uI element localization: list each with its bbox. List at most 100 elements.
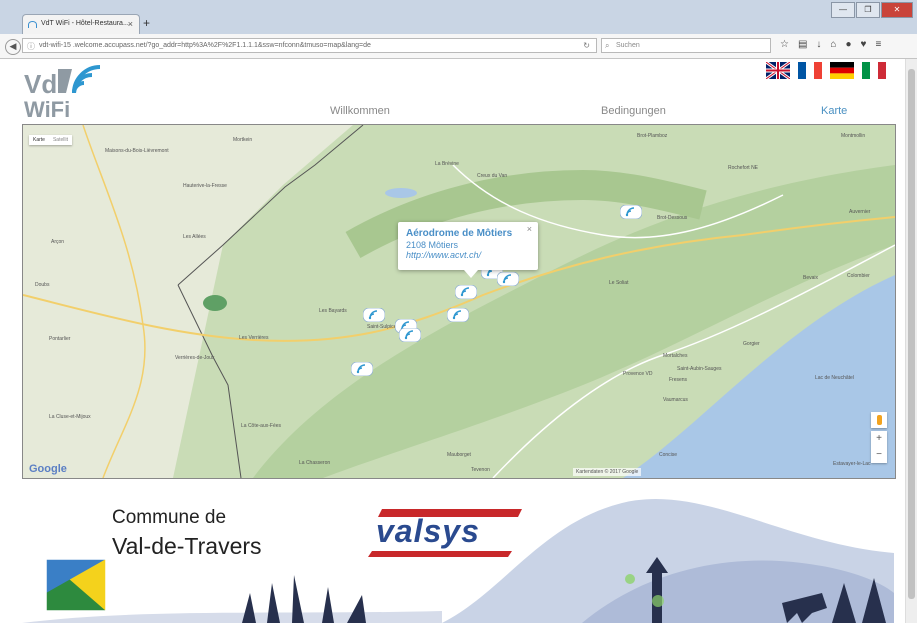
menu-bedingungen[interactable]: Bedingungen xyxy=(601,105,666,117)
search-placeholder: Suchen xyxy=(616,42,640,49)
menu-willkommen[interactable]: Willkommen xyxy=(330,105,390,117)
wifi-marker-icon[interactable] xyxy=(351,362,373,376)
map-place-label: Bevaix xyxy=(803,275,819,281)
info-window-title: Aérodrome de Môtiers xyxy=(406,228,513,239)
zoom-control: + − xyxy=(871,431,887,463)
info-window-address: 2108 Môtiers xyxy=(406,240,459,250)
commune-line2: Val-de-Travers xyxy=(112,533,262,559)
map-place-label: Provence VD xyxy=(623,371,653,377)
map-place-label: Vaumarcus xyxy=(663,397,688,403)
map-place-label: Saint-Aubin-Sauges xyxy=(677,366,722,372)
chat-icon[interactable]: ● xyxy=(845,39,851,50)
search-icon: ⌕ xyxy=(605,41,610,50)
footer-banner: Commune de Val-de-Travers valsys xyxy=(22,483,894,623)
download-icon[interactable]: ↓ xyxy=(816,39,821,50)
commune-line1: Commune de xyxy=(112,507,227,528)
browser-tab-bar: VdT WiFi - Hôtel-Restaura... × + — ❐ ✕ xyxy=(0,0,917,34)
valsys-logo: valsys xyxy=(376,513,480,549)
page-content: Vd WiFi Willkommen Bedingungen Karte Kar… xyxy=(0,59,905,623)
map-place-label: Doubs xyxy=(35,282,50,288)
wifi-marker-icon[interactable] xyxy=(497,272,519,286)
map[interactable]: Karte Satellit Mortkein Maisons-du-Bois-L… xyxy=(22,124,896,479)
map-place-label: Hauterive-la-Fresse xyxy=(183,183,227,189)
close-window-button[interactable]: ✕ xyxy=(881,2,913,18)
map-place-label: Mauborget xyxy=(447,452,471,458)
map-place-label: Fresens xyxy=(669,377,688,383)
info-window-close-button[interactable]: × xyxy=(527,224,532,234)
wifi-marker-icon[interactable] xyxy=(447,308,469,322)
info-window: Aérodrome de Môtiers 2108 Môtiers http:/… xyxy=(398,222,538,278)
map-place-label: Le Soliat xyxy=(609,280,629,286)
google-logo: Google xyxy=(29,463,67,475)
map-place-label: Les Allées xyxy=(183,234,206,240)
browser-tab[interactable]: VdT WiFi - Hôtel-Restaura... × xyxy=(22,14,140,34)
toolbar-icons: ☆ ▤ ↓ ⌂ ● ♥ ≡ xyxy=(780,39,881,50)
menu-icon[interactable]: ≡ xyxy=(875,39,881,50)
map-place-label: Brot-Dessous xyxy=(657,215,688,221)
uk-flag-icon[interactable] xyxy=(766,62,790,79)
france-flag-icon[interactable] xyxy=(798,62,822,79)
map-place-label: La Cluse-et-Mijoux xyxy=(49,414,91,420)
wifi-favicon-icon xyxy=(28,21,37,28)
map-attribution[interactable]: Kartendaten © 2017 Google xyxy=(573,468,642,476)
bookmark-star-icon[interactable]: ☆ xyxy=(780,39,789,50)
svg-text:Vd: Vd xyxy=(24,69,57,99)
map-place-label: Mortkein xyxy=(233,137,253,143)
address-bar[interactable]: ⓘ vdt-wifi-15 .welcome.accupass.net/?go_… xyxy=(22,38,597,53)
map-place-label: Creux du Van xyxy=(477,173,508,179)
map-background xyxy=(23,125,895,478)
map-type-satellit[interactable]: Satellit xyxy=(49,135,72,145)
tab-close-button[interactable]: × xyxy=(128,19,133,29)
map-place-label: Lac de Neuchâtel xyxy=(815,375,854,381)
map-place-label: Colombier xyxy=(847,273,870,279)
minimize-button[interactable]: — xyxy=(831,2,855,18)
map-place-label: La Brévine xyxy=(435,161,459,167)
pocket-icon[interactable]: ♥ xyxy=(861,39,867,50)
map-place-label: Verrières-de-Joux xyxy=(175,355,215,361)
map-place-label: Brot-Plamboz xyxy=(637,133,668,139)
vdt-wifi-logo: Vd WiFi xyxy=(24,65,101,119)
map-place-label: Gorgier xyxy=(743,341,760,347)
map-place-label: Mortalches xyxy=(663,353,688,359)
italy-flag-icon[interactable] xyxy=(862,62,886,79)
language-flags xyxy=(766,62,886,79)
map-place-label: Les Bayards xyxy=(319,308,347,314)
wifi-marker-icon[interactable] xyxy=(620,205,642,219)
browser-nav-bar: ◀ ⓘ vdt-wifi-15 .welcome.accupass.net/?g… xyxy=(0,34,917,59)
info-icon: ⓘ xyxy=(27,42,35,51)
reload-icon[interactable]: ↻ xyxy=(583,41,590,50)
map-place-label: Concise xyxy=(659,452,678,458)
menu-karte[interactable]: Karte xyxy=(821,105,847,117)
map-place-label: Maisons-du-Bois-Lièvremont xyxy=(105,148,169,154)
wifi-marker-icon[interactable] xyxy=(455,285,477,299)
map-place-label: Rochefort NE xyxy=(728,165,759,171)
page-scrollbar[interactable] xyxy=(905,59,917,623)
map-place-label: La Chasseron xyxy=(299,460,331,466)
tab-title: VdT WiFi - Hôtel-Restaura... xyxy=(41,20,129,27)
new-tab-button[interactable]: + xyxy=(143,16,150,30)
map-place-label: Arçon xyxy=(51,239,65,245)
zoom-out-button[interactable]: − xyxy=(871,447,887,463)
map-place-label: Estavayer-le-Lac xyxy=(833,461,871,467)
home-icon[interactable]: ⌂ xyxy=(830,39,836,50)
back-arrow-icon[interactable]: ◀ xyxy=(5,39,21,55)
germany-flag-icon[interactable] xyxy=(830,62,854,79)
map-type-control: Karte Satellit xyxy=(29,135,72,145)
map-place-label: La Côte-aux-Fées xyxy=(241,423,282,429)
maximize-button[interactable]: ❐ xyxy=(856,2,880,18)
search-input[interactable]: ⌕ Suchen xyxy=(601,38,771,53)
map-type-karte[interactable]: Karte xyxy=(29,135,49,145)
map-place-label: Montmollin xyxy=(841,133,866,139)
info-window-url[interactable]: http://www.acvt.ch/ xyxy=(406,250,538,260)
wifi-marker-icon[interactable] xyxy=(399,328,421,342)
map-place-label: Tevenon xyxy=(471,467,490,473)
map-place-label: Auvernier xyxy=(849,209,871,215)
zoom-in-button[interactable]: + xyxy=(871,431,887,447)
clipboard-icon[interactable]: ▤ xyxy=(798,39,807,50)
svg-text:WiFi: WiFi xyxy=(24,97,70,119)
pegman-icon[interactable] xyxy=(871,412,887,428)
wifi-marker-icon[interactable] xyxy=(363,308,385,322)
map-place-label: Saint-Sulpice xyxy=(367,324,397,330)
map-place-label: Les Verrières xyxy=(239,335,269,341)
map-place-label: Pontarlier xyxy=(49,336,71,342)
